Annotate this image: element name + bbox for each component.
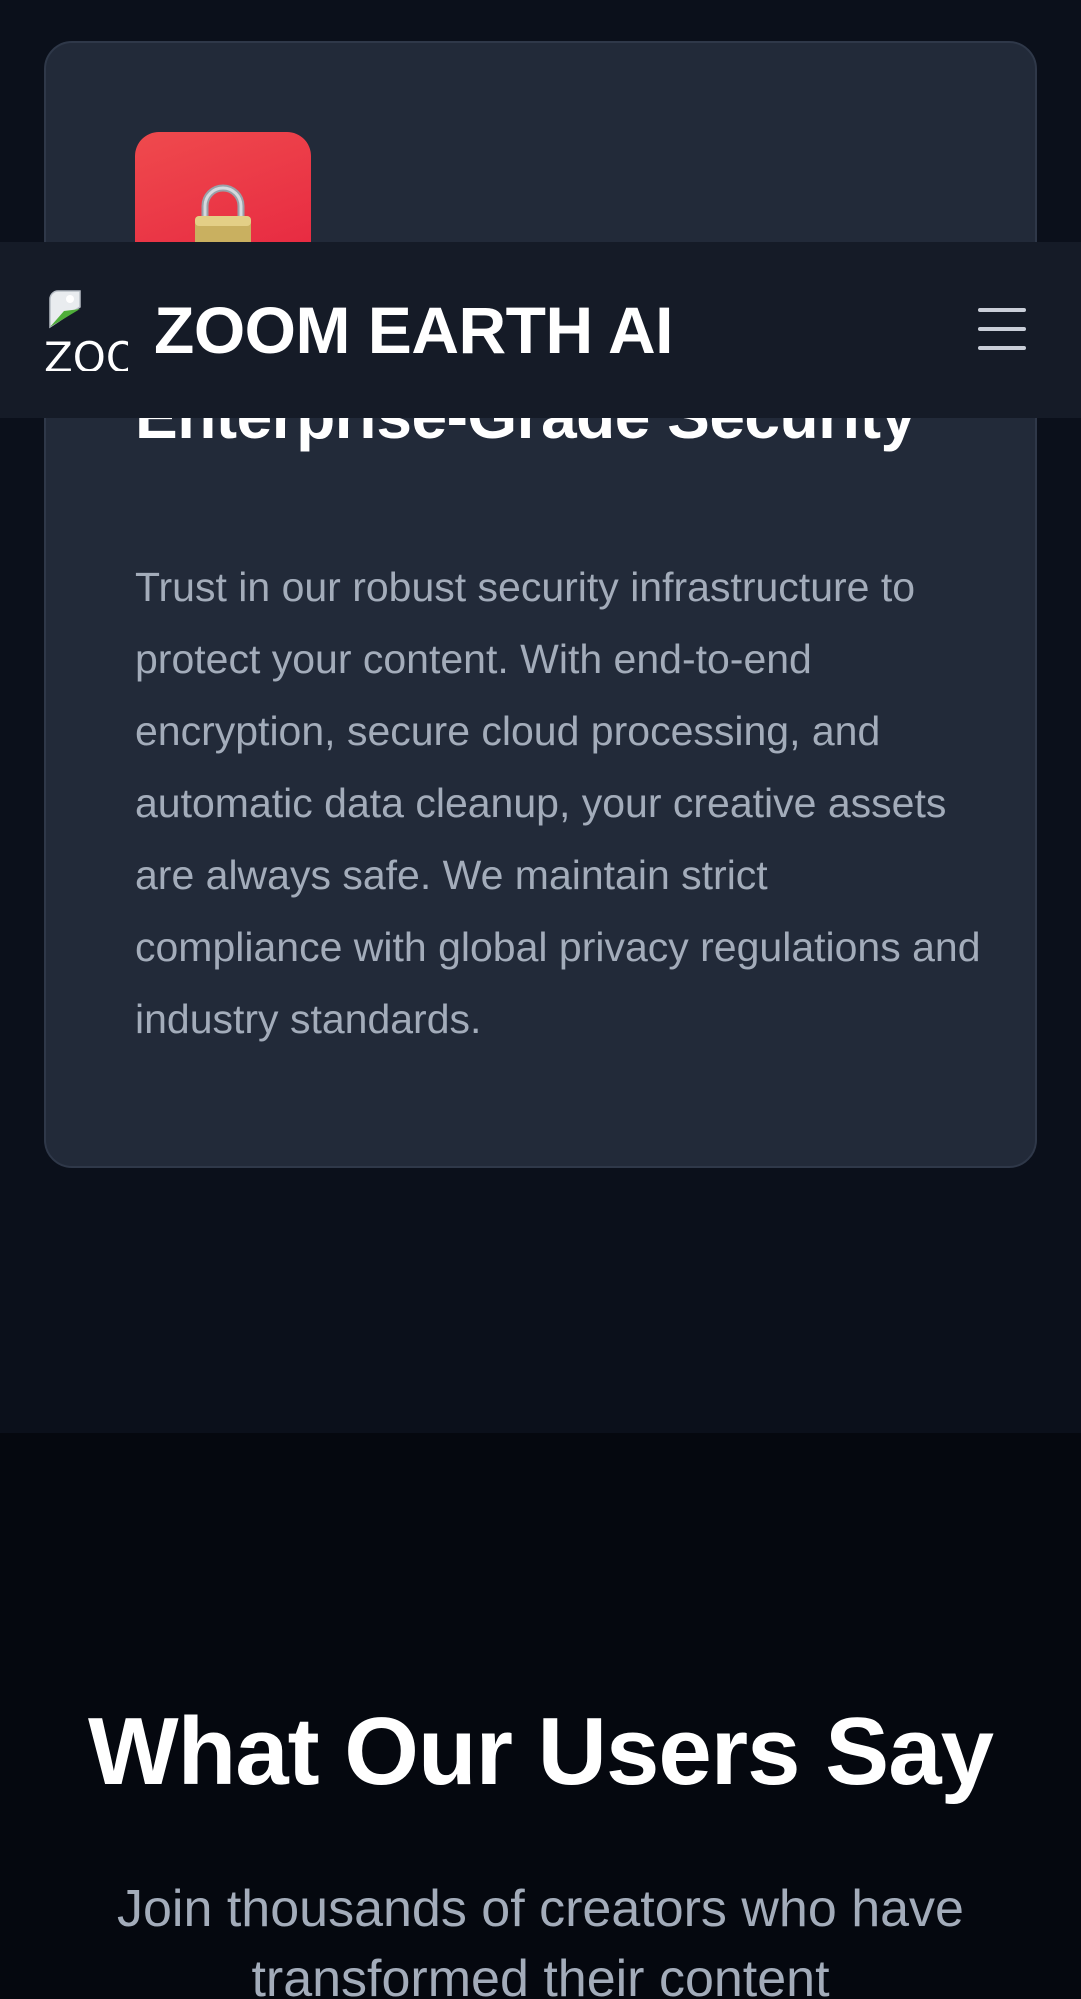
site-header: ZOO ZOOM EARTH AI [0, 242, 1081, 418]
broken-image-icon [49, 290, 81, 329]
logo-alt-text: ZOO [44, 333, 128, 372]
feature-description: Trust in our robust security infrastruct… [135, 564, 981, 1042]
menu-bar-top [978, 308, 1026, 312]
logo-link[interactable]: ZOO [44, 287, 128, 371]
testimonials-subtitle: Join thousands of creators who have tran… [117, 1880, 964, 1999]
features-section: Enterprise-Grade Security Trust in our r… [0, 0, 1081, 1433]
page: Enterprise-Grade Security Trust in our r… [0, 0, 1081, 1999]
hamburger-menu-icon[interactable] [974, 304, 1030, 354]
testimonials-title: What Our Users Say [88, 1698, 994, 1805]
menu-bar-middle [978, 327, 1026, 331]
feature-card-security: Enterprise-Grade Security Trust in our r… [44, 41, 1037, 1168]
menu-bar-bottom [978, 346, 1026, 350]
testimonials-section: What Our Users Say Join thousands of cre… [0, 1433, 1081, 1999]
brand-name[interactable]: ZOOM EARTH AI [154, 290, 674, 370]
